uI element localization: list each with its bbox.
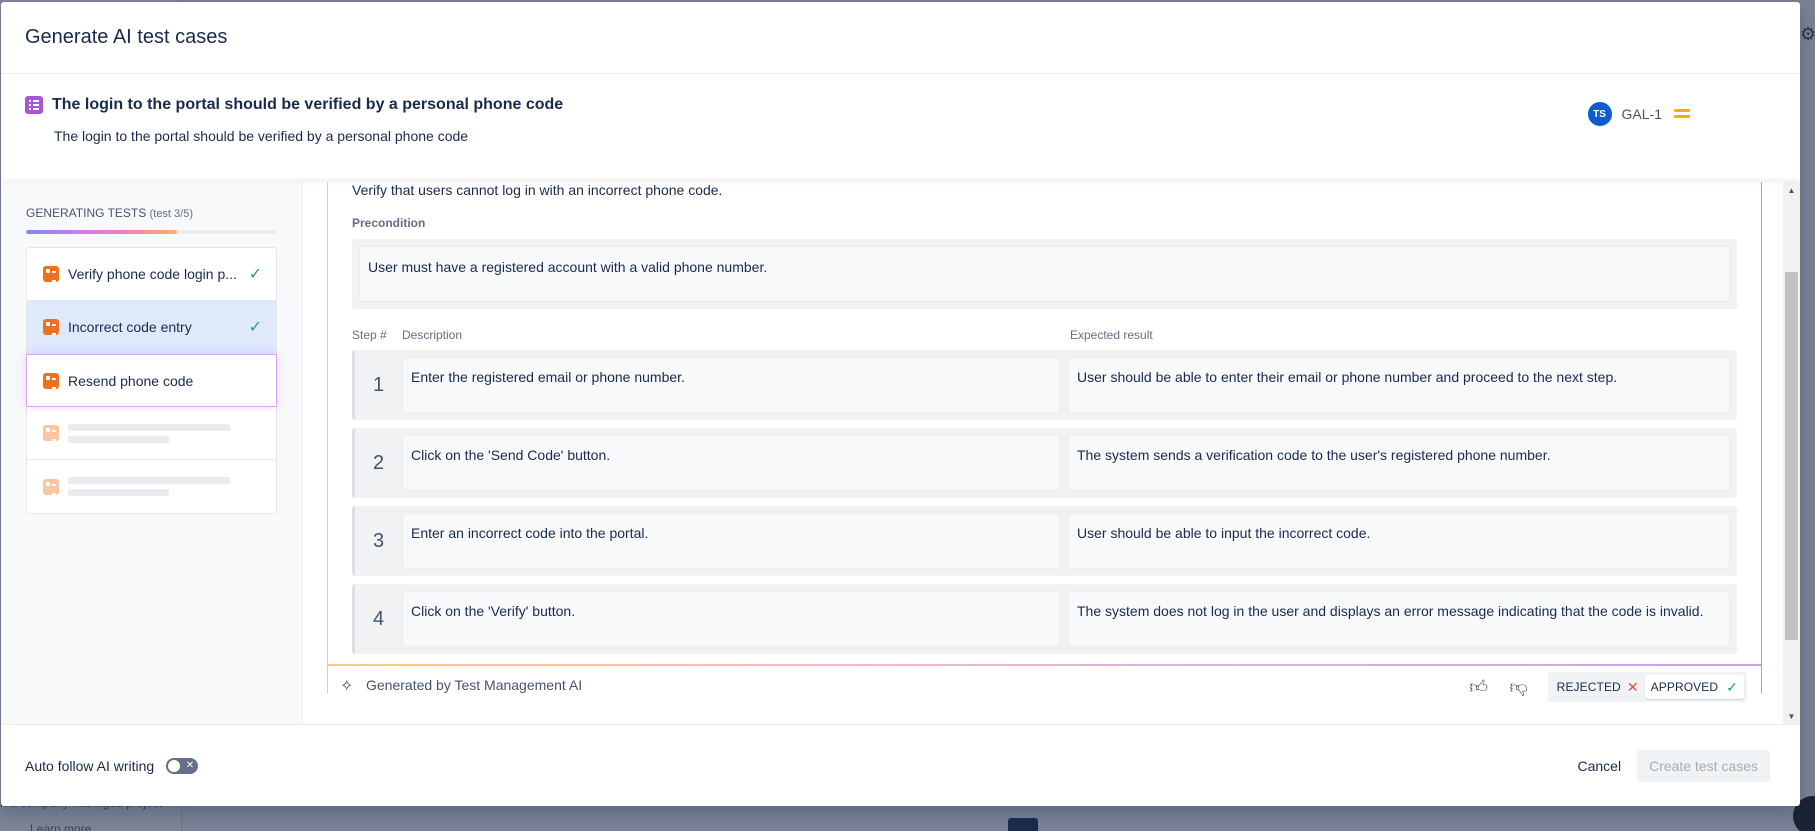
modal-body: GENERATING TESTS (test 3/5) Verify phone… (1, 182, 1800, 725)
issue-header: The login to the portal should be verifi… (1, 74, 1800, 179)
test-item-name: Incorrect code entry (68, 319, 192, 335)
modal-header: Generate AI test cases (1, 2, 1800, 74)
ai-sparkle-icon: ✧ (340, 678, 354, 695)
tests-sidebar: GENERATING TESTS (test 3/5) Verify phone… (1, 182, 303, 725)
step-number: 4 (372, 607, 385, 630)
test-list: Verify phone code login p... ✓ Incorrect… (26, 247, 277, 514)
test-case-icon (43, 425, 59, 441)
loading-skeleton (68, 423, 262, 443)
story-list-icon (25, 96, 43, 114)
description-text[interactable]: Verify that users cannot log in with an … (352, 182, 1737, 198)
check-icon: ✓ (248, 319, 262, 336)
loading-skeleton (68, 477, 262, 496)
step-row: 3 Enter an incorrect code into the porta… (352, 506, 1737, 576)
generating-tests-count: (test 3/5) (149, 208, 193, 220)
scrollbar-thumb[interactable] (1785, 272, 1798, 640)
expected-result-header: Expected result (1070, 328, 1153, 342)
test-item-placeholder (27, 460, 276, 513)
test-item-name: Resend phone code (68, 372, 194, 389)
step-number: 3 (372, 529, 385, 552)
step-description-header: Description (402, 328, 463, 342)
check-icon: ✓ (248, 266, 262, 283)
content-scrollbar[interactable]: ▲ ▼ (1783, 182, 1800, 725)
step-description[interactable]: Enter an incorrect code into the portal. (402, 513, 1060, 569)
issue-subtitle: The login to the portal should be verifi… (54, 128, 469, 144)
test-case-icon (43, 319, 59, 335)
step-row: 1 Enter the registered email or phone nu… (352, 350, 1737, 420)
step-description[interactable]: Click on the 'Send Code' button. (402, 435, 1060, 491)
card-footer: ✧ Generated by Test Management AI 👍︎ 👎︎ … (328, 664, 1761, 704)
thumbs-up-icon[interactable]: 👍︎ (1468, 676, 1490, 698)
rejected-label: REJECTED (1556, 680, 1621, 694)
approved-label: APPROVED (1650, 680, 1719, 694)
test-case-icon (43, 266, 59, 282)
test-case-card: Description Verify that users cannot log… (327, 182, 1762, 704)
close-icon: ✕ (1626, 678, 1639, 695)
steps-list: 1 Enter the registered email or phone nu… (352, 350, 1737, 654)
approval-toggle: REJECTED ✕ APPROVED ✓ (1547, 672, 1747, 702)
auto-follow-toggle[interactable]: ✕ (166, 757, 199, 774)
step-description[interactable]: Enter the registered email or phone numb… (402, 357, 1060, 413)
approved-button[interactable]: APPROVED ✓ (1644, 675, 1744, 699)
test-item-name: Verify phone code login p... (68, 266, 237, 282)
test-item-generating[interactable]: Resend phone code (26, 354, 277, 407)
create-test-cases-button[interactable]: Create test cases (1637, 749, 1770, 782)
test-item[interactable]: Verify phone code login p... ✓ (27, 248, 276, 301)
precondition-box: User must have a registered account with… (352, 239, 1737, 309)
check-icon: ✓ (1726, 678, 1738, 695)
modal-footer: Auto follow AI writing ✕ Cancel Create t… (1, 724, 1800, 806)
priority-medium-icon (1674, 109, 1690, 119)
rejected-button[interactable]: REJECTED ✕ (1551, 675, 1645, 699)
issue-title: The login to the portal should be verifi… (52, 96, 564, 113)
gear-icon: ⚙ (1800, 24, 1815, 44)
step-number: 1 (372, 373, 385, 396)
generating-tests-title: GENERATING TESTS (26, 206, 147, 220)
generation-progress-fill (26, 230, 177, 234)
test-item-placeholder (27, 407, 276, 460)
test-case-icon (43, 372, 59, 389)
test-case-content: Description Verify that users cannot log… (303, 182, 1800, 725)
step-description[interactable]: Click on the 'Verify' button. (402, 591, 1060, 647)
issue-key[interactable]: GAL-1 (1622, 106, 1662, 122)
step-expected-result[interactable]: User should be able to enter their email… (1068, 357, 1730, 413)
modal-title: Generate AI test cases (25, 26, 228, 48)
step-expected-result[interactable]: The system sends a verification code to … (1068, 435, 1730, 491)
assignee-avatar[interactable]: TS (1587, 102, 1612, 126)
step-expected-result[interactable]: The system does not log in the user and … (1068, 591, 1730, 647)
test-case-icon (43, 478, 59, 495)
step-number-header: Step # (352, 328, 387, 342)
step-row: 4 Click on the 'Verify' button. The syst… (352, 584, 1737, 654)
toggle-off-icon: ✕ (185, 759, 195, 771)
feedback-controls: 👍︎ 👎︎ REJECTED ✕ APPROVED ✓ (1468, 672, 1747, 702)
step-number: 2 (372, 451, 385, 474)
generated-by-label: Generated by Test Management AI (366, 677, 583, 693)
background-learn-more: Learn more (30, 822, 92, 831)
thumbs-down-icon[interactable]: 👎︎ (1508, 676, 1530, 698)
test-item-selected[interactable]: Incorrect code entry ✓ (27, 301, 276, 354)
auto-follow-label: Auto follow AI writing (25, 757, 155, 774)
cancel-button[interactable]: Cancel (1565, 750, 1633, 782)
precondition-label: Precondition (352, 216, 426, 230)
scroll-up-arrow-icon[interactable]: ▲ (1783, 182, 1800, 199)
scroll-down-arrow-icon[interactable]: ▼ (1783, 708, 1800, 725)
steps-header: Step # Description Expected result (352, 328, 1737, 342)
step-expected-result[interactable]: User should be able to input the incorre… (1068, 513, 1730, 569)
step-row: 2 Click on the 'Send Code' button. The s… (352, 428, 1737, 498)
generation-progress-bar (26, 230, 277, 234)
generating-tests-label: GENERATING TESTS (test 3/5) (26, 206, 277, 220)
generate-ai-test-cases-modal: Generate AI test cases The login to the … (1, 2, 1800, 806)
precondition-field[interactable]: User must have a registered account with… (359, 246, 1730, 302)
background-page-indicator (1008, 818, 1038, 831)
